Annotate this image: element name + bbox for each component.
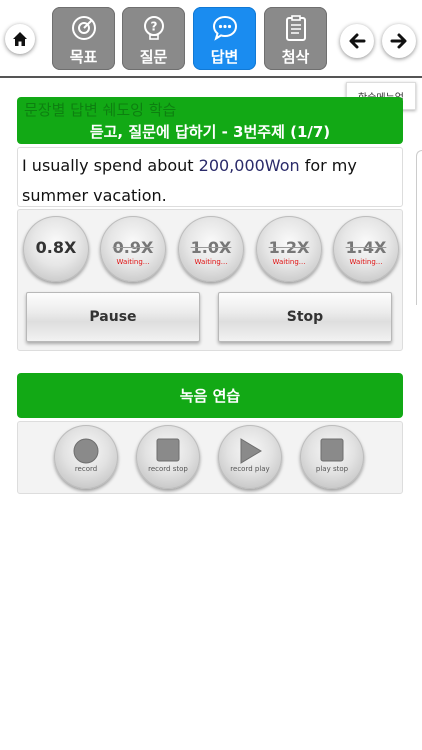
speed-1-0x-button[interactable]: 1.0X Waiting... xyxy=(178,216,244,282)
speed-panel: 0.8X 0.9X Waiting... 1.0X Waiting... 1.2… xyxy=(17,209,403,351)
stop-square-icon xyxy=(156,438,180,462)
tab-answer-label: 답변 xyxy=(210,48,239,66)
record-stop-button[interactable]: record stop xyxy=(136,425,200,489)
recording-practice-header: 녹음 연습 xyxy=(17,373,403,418)
sentence-box: I usually spend about 200,000Won for my … xyxy=(17,147,403,207)
speech-bubble-icon xyxy=(212,15,237,41)
speed-0-8x-button[interactable]: 0.8X xyxy=(23,216,89,282)
home-icon xyxy=(13,32,27,46)
speed-status: Waiting... xyxy=(272,258,306,266)
speed-status: Waiting... xyxy=(349,258,383,266)
tab-goal-label: 목표 xyxy=(69,48,98,66)
speed-0-9x-button[interactable]: 0.9X Waiting... xyxy=(100,216,166,282)
lesson-subtitle: 듣고, 질문에 답하기 - 3번주제 (1/7) xyxy=(89,123,331,141)
sentence-part-1: I usually spend about xyxy=(22,156,199,175)
speed-status: Waiting... xyxy=(194,258,228,266)
speed-label: 0.9X xyxy=(112,238,154,257)
clipboard-icon xyxy=(285,15,306,41)
speed-label: 1.2X xyxy=(268,238,310,257)
tab-question-label: 질문 xyxy=(139,48,168,66)
record-stop-button-label: record stop xyxy=(148,465,188,473)
top-navigation: 목표 ? 질문 답변 첨삭 xyxy=(0,0,422,78)
stop-square-icon xyxy=(320,438,344,462)
play-stop-button-label: play stop xyxy=(315,465,349,473)
record-button-label: record xyxy=(74,465,98,473)
speed-label: 1.0X xyxy=(190,238,232,257)
prev-button[interactable] xyxy=(340,24,374,58)
svg-text:?: ? xyxy=(150,20,157,34)
speed-1-2x-button[interactable]: 1.2X Waiting... xyxy=(256,216,322,282)
recording-panel: record record stop record play play stop xyxy=(17,421,403,494)
speed-1-4x-button[interactable]: 1.4X Waiting... xyxy=(333,216,399,282)
record-play-button[interactable]: record play xyxy=(218,425,282,489)
stop-button[interactable]: Stop xyxy=(218,292,392,342)
lesson-header: 문장별 답변 쉐도잉 학습 듣고, 질문에 답하기 - 3번주제 (1/7) xyxy=(17,97,403,144)
tab-correction-label: 첨삭 xyxy=(281,48,310,66)
play-triangle-icon xyxy=(240,438,262,464)
question-bulb-icon: ? xyxy=(143,16,164,40)
speed-status: Waiting... xyxy=(116,258,150,266)
sentence-highlight: 200,000Won xyxy=(198,156,300,175)
lesson-title: 문장별 답변 쉐도잉 학습 xyxy=(24,101,177,119)
record-button[interactable]: record xyxy=(54,425,118,489)
record-play-button-label: record play xyxy=(230,465,270,473)
arrow-right-icon xyxy=(390,33,407,49)
tab-answer[interactable]: 답변 xyxy=(193,7,256,70)
sentence-text: I usually spend about 200,000Won for my … xyxy=(22,151,398,211)
arrow-left-icon xyxy=(349,33,366,49)
next-button[interactable] xyxy=(382,24,416,58)
play-stop-button[interactable]: play stop xyxy=(300,425,364,489)
record-circle-icon xyxy=(73,438,99,464)
pause-button[interactable]: Pause xyxy=(26,292,200,342)
speed-label: 1.4X xyxy=(345,238,387,257)
side-panel-edge xyxy=(416,150,422,305)
tab-question[interactable]: ? 질문 xyxy=(122,7,185,70)
speed-label: 0.8X xyxy=(35,238,77,257)
target-icon xyxy=(71,16,96,40)
tab-correction[interactable]: 첨삭 xyxy=(264,7,327,70)
tab-goal[interactable]: 목표 xyxy=(52,7,115,70)
home-button[interactable] xyxy=(5,24,35,54)
